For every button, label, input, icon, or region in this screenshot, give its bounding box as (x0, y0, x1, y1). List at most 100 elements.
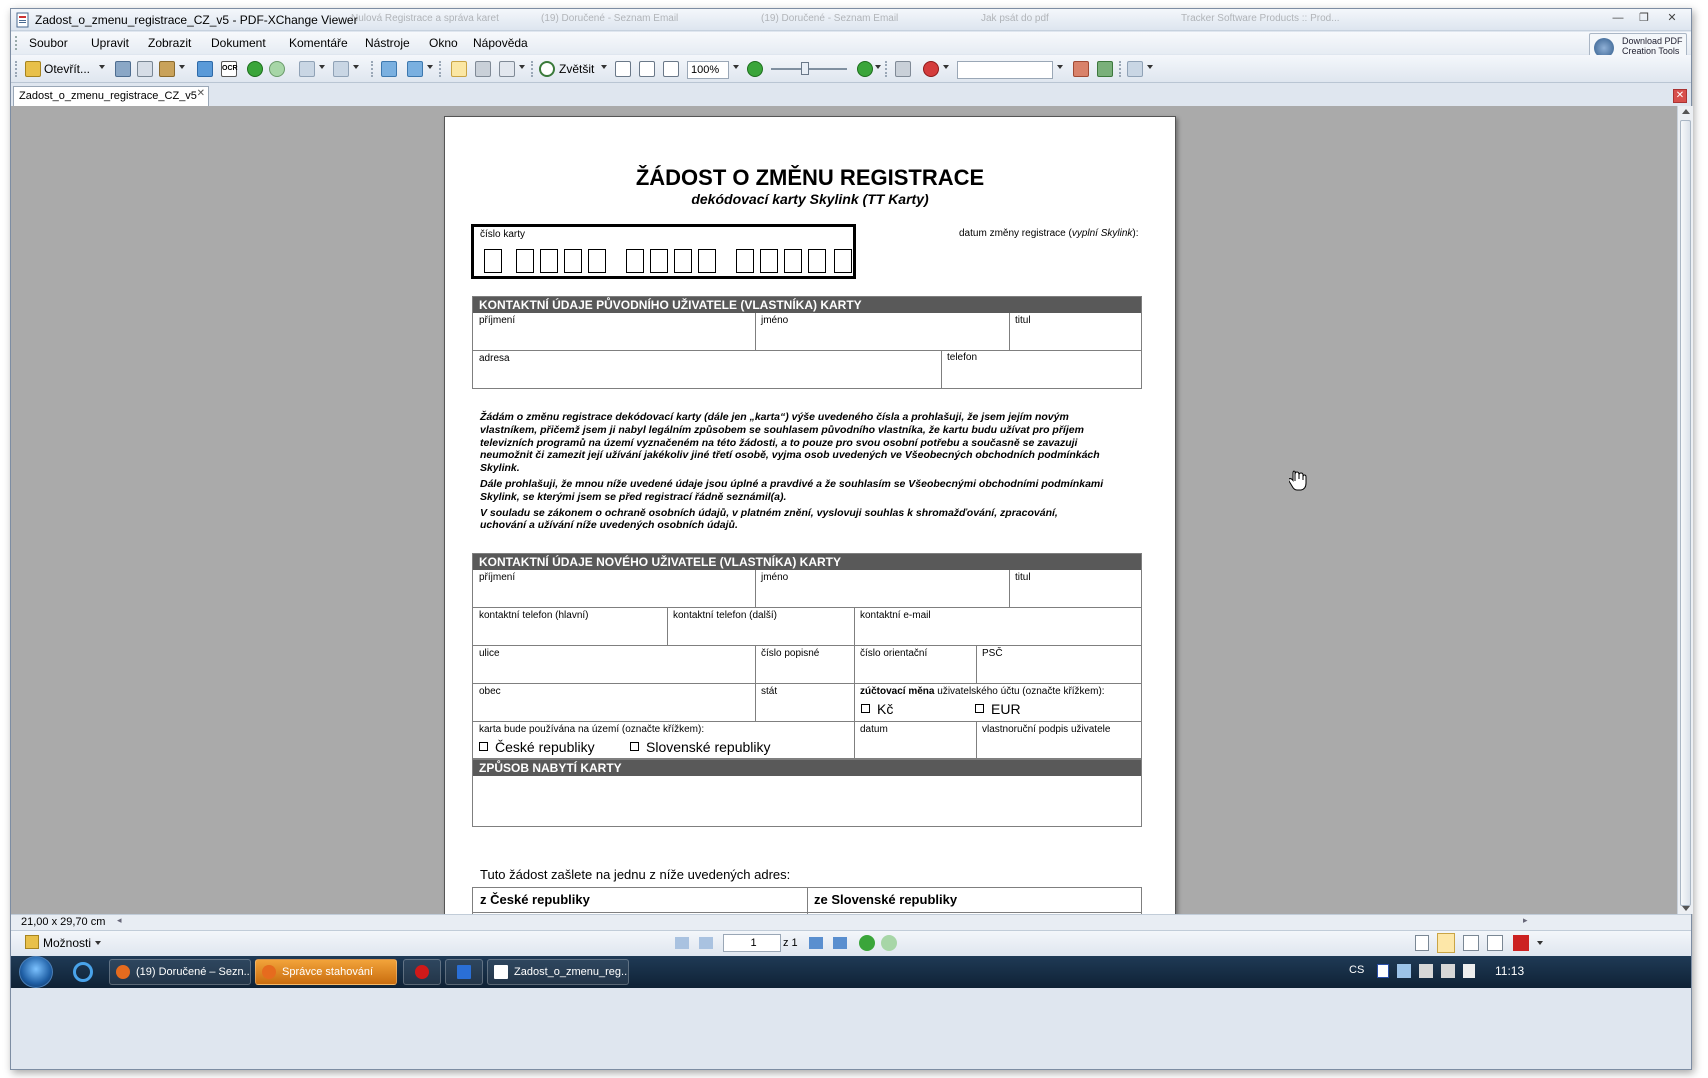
zoom-out-icon[interactable] (747, 61, 763, 77)
back-arrow-icon[interactable] (247, 61, 263, 77)
checkbox-czk[interactable] (861, 704, 870, 713)
chevron-down-icon[interactable] (99, 65, 105, 69)
tab-close-icon[interactable]: ✕ (197, 85, 205, 103)
checkbox-cz[interactable] (479, 742, 488, 751)
clock[interactable]: 11:13 (1495, 964, 1524, 978)
zoom-level-input[interactable]: 100% (687, 61, 729, 79)
menu-edit[interactable]: Upravit (91, 36, 129, 50)
card-digit-field[interactable] (808, 249, 826, 273)
card-digit-field[interactable] (834, 249, 852, 273)
zoom-plus-icon[interactable] (857, 61, 873, 77)
chevron-down-icon[interactable] (95, 941, 101, 945)
new-title-field[interactable]: titul (1015, 572, 1031, 583)
city-field[interactable]: obec (479, 686, 501, 697)
page-number-input[interactable]: 1 (723, 934, 781, 952)
territory-sk-option[interactable]: Slovenské republiky (630, 739, 771, 755)
options-icon[interactable] (25, 935, 39, 949)
surname-field[interactable]: příjmení (479, 315, 515, 326)
nav-back-icon[interactable] (859, 935, 875, 951)
save-icon[interactable] (115, 61, 131, 77)
chevron-down-icon[interactable] (427, 65, 433, 69)
find-icon[interactable] (895, 61, 911, 77)
chevron-down-icon[interactable] (943, 65, 949, 69)
hand-tool-icon[interactable] (451, 61, 467, 77)
action-center-flag-icon[interactable] (1463, 964, 1475, 978)
zoom-slider[interactable] (771, 68, 847, 70)
maximize-button[interactable]: ❐ (1633, 12, 1655, 26)
menu-help[interactable]: Nápověda (473, 36, 528, 50)
rotate-right-icon[interactable] (407, 61, 423, 77)
menu-tools[interactable]: Nástroje (365, 36, 410, 50)
menu-file[interactable]: Soubor (29, 36, 68, 50)
tab-document[interactable]: Zadost_o_zmenu_registrace_CZ_v5 ✕ (13, 86, 209, 106)
package-icon[interactable] (159, 61, 175, 77)
chevron-down-icon[interactable] (179, 65, 185, 69)
internet-explorer-icon[interactable] (73, 962, 93, 982)
snapshot-icon[interactable] (475, 61, 491, 77)
chevron-down-icon[interactable] (601, 65, 607, 69)
rotate-icon[interactable] (381, 61, 397, 77)
card-digit-field[interactable] (698, 249, 716, 273)
chevron-down-icon[interactable] (1537, 941, 1543, 945)
fullscreen-icon[interactable] (1487, 935, 1503, 951)
checkbox-sk[interactable] (630, 742, 639, 751)
scroll-left-icon[interactable]: ◂ (117, 915, 122, 926)
close-window-button[interactable]: ✕ (1661, 12, 1683, 26)
zoom-slider-thumb[interactable] (801, 62, 809, 75)
card-digit-field[interactable] (540, 249, 558, 273)
chevron-down-icon[interactable] (733, 65, 739, 69)
scroll-down-icon[interactable] (1682, 906, 1690, 911)
scan-icon[interactable] (197, 61, 213, 77)
currency-eur-option[interactable]: EUR (975, 701, 1021, 717)
currency-czk-option[interactable]: Kč (861, 701, 893, 717)
fit-width-icon[interactable] (663, 61, 679, 77)
main-phone-field[interactable]: kontaktní telefon (hlavní) (479, 610, 589, 621)
card-digit-field[interactable] (736, 249, 754, 273)
chevron-down-icon[interactable] (875, 65, 881, 69)
card-digit-field[interactable] (626, 249, 644, 273)
street-field[interactable]: ulice (479, 648, 500, 659)
customize-toolbar-icon[interactable] (1127, 61, 1143, 77)
name-field[interactable]: jméno (761, 315, 788, 326)
undo-icon[interactable] (299, 61, 315, 77)
taskbar-downloads[interactable]: Správce stahování (255, 959, 397, 985)
checkbox-eur[interactable] (975, 704, 984, 713)
new-name-field[interactable]: jméno (761, 572, 788, 583)
card-digit-field[interactable] (784, 249, 802, 273)
zip-field[interactable]: PSČ (982, 648, 1003, 659)
options-button[interactable]: Možnosti (43, 936, 91, 950)
next-page-icon[interactable] (809, 937, 823, 949)
email-field[interactable]: kontaktní e-mail (860, 610, 931, 621)
scroll-right-icon[interactable]: ▸ (1523, 915, 1528, 926)
menu-comments[interactable]: Komentáře (289, 36, 348, 50)
card-digit-field[interactable] (588, 249, 606, 273)
open-button[interactable]: Otevřít... (44, 60, 90, 78)
find-previous-icon[interactable] (1073, 61, 1089, 77)
print-icon[interactable] (137, 61, 153, 77)
chevron-down-icon[interactable] (353, 65, 359, 69)
chevron-down-icon[interactable] (1147, 65, 1153, 69)
language-indicator[interactable]: CS (1349, 964, 1364, 976)
orientation-number-field[interactable]: číslo orientační (860, 648, 927, 659)
security-shield-icon[interactable] (1377, 964, 1389, 978)
continuous-page-icon[interactable] (1437, 933, 1455, 953)
close-document-button[interactable]: ✕ (1673, 89, 1687, 103)
date-field[interactable]: datum (860, 724, 888, 735)
find-next-icon[interactable] (1097, 61, 1113, 77)
chevron-down-icon[interactable] (519, 65, 525, 69)
acquisition-field[interactable] (473, 776, 1141, 826)
card-digit-field[interactable] (760, 249, 778, 273)
menu-view[interactable]: Zobrazit (148, 36, 191, 50)
last-page-icon[interactable] (833, 937, 847, 949)
scroll-up-icon[interactable] (1682, 109, 1690, 114)
taskbar-opera[interactable] (403, 959, 441, 985)
taskbar-pdf-viewer[interactable]: Zadost_o_zmenu_reg... (487, 959, 629, 985)
nav-forward-icon[interactable] (881, 935, 897, 951)
forward-arrow-icon[interactable] (269, 61, 285, 77)
phone-field[interactable]: telefon (947, 352, 977, 363)
house-number-field[interactable]: číslo popisné (761, 648, 819, 659)
search-input[interactable] (957, 61, 1053, 79)
other-phone-field[interactable]: kontaktní telefon (další) (673, 610, 777, 621)
zoom-in-icon[interactable] (539, 61, 555, 77)
menu-document[interactable]: Dokument (211, 36, 266, 50)
